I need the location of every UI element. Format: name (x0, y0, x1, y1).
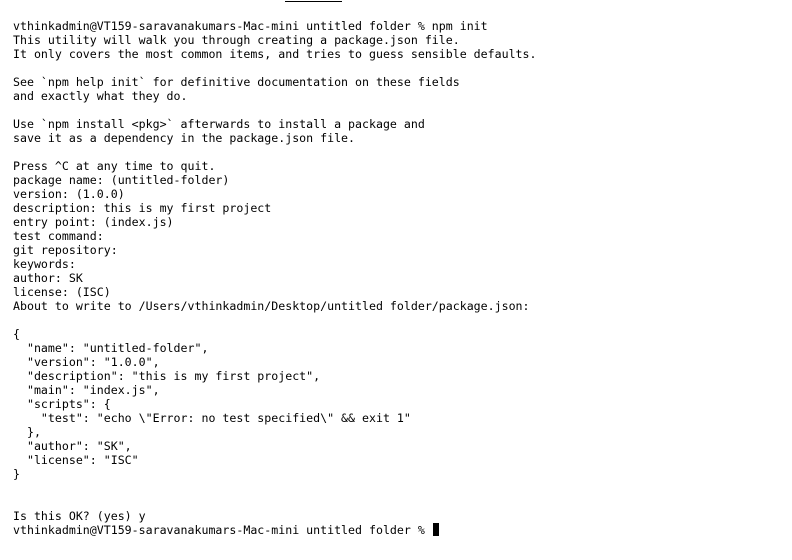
terminal-line: "name": "untitled-folder", (13, 341, 209, 355)
terminal-line: "main": "index.js", (13, 383, 160, 397)
terminal-line: "author": "SK", (13, 439, 132, 453)
terminal-line: This utility will walk you through creat… (13, 33, 460, 47)
terminal-line: save it as a dependency in the package.j… (13, 131, 356, 145)
terminal-line: "test": "echo \"Error: no test specified… (13, 411, 411, 425)
terminal-line: "scripts": { (13, 397, 111, 411)
terminal-line: About to write to /Users/vthinkadmin/Des… (13, 299, 530, 313)
terminal-line: keywords: (13, 257, 76, 271)
text-cursor (432, 523, 439, 536)
terminal-line: entry point: (index.js) (13, 215, 174, 229)
terminal-line: See `npm help init` for definitive docum… (13, 75, 460, 89)
terminal-line: }, (13, 425, 41, 439)
terminal-line: license: (ISC) (13, 285, 111, 299)
terminal-line: It only covers the most common items, an… (13, 47, 537, 61)
terminal-line: Is this OK? (yes) y (13, 509, 146, 523)
terminal-window[interactable]: vthinkadmin@VT159-saravanakumars-Mac-min… (0, 0, 792, 560)
terminal-prompt-line[interactable]: vthinkadmin@VT159-saravanakumars-Mac-min… (13, 523, 537, 537)
top-divider (285, 1, 342, 2)
terminal-line: "description": "this is my first project… (13, 369, 321, 383)
terminal-line: "license": "ISC" (13, 453, 139, 467)
terminal-line: { (13, 327, 20, 341)
terminal-line: package name: (untitled-folder) (13, 173, 230, 187)
terminal-line: test command: (13, 229, 104, 243)
terminal-line: vthinkadmin@VT159-saravanakumars-Mac-min… (13, 19, 488, 33)
terminal-line: and exactly what they do. (13, 89, 188, 103)
shell-prompt: vthinkadmin@VT159-saravanakumars-Mac-min… (13, 523, 432, 537)
terminal-line: git repository: (13, 243, 118, 257)
terminal-output: vthinkadmin@VT159-saravanakumars-Mac-min… (13, 19, 537, 537)
terminal-line: version: (1.0.0) (13, 187, 125, 201)
terminal-line: "version": "1.0.0", (13, 355, 160, 369)
terminal-line: } (13, 467, 20, 481)
terminal-line: author: SK (13, 271, 83, 285)
terminal-line: description: this is my first project (13, 201, 272, 215)
terminal-line: Press ^C at any time to quit. (13, 159, 216, 173)
terminal-line: Use `npm install <pkg>` afterwards to in… (13, 117, 425, 131)
